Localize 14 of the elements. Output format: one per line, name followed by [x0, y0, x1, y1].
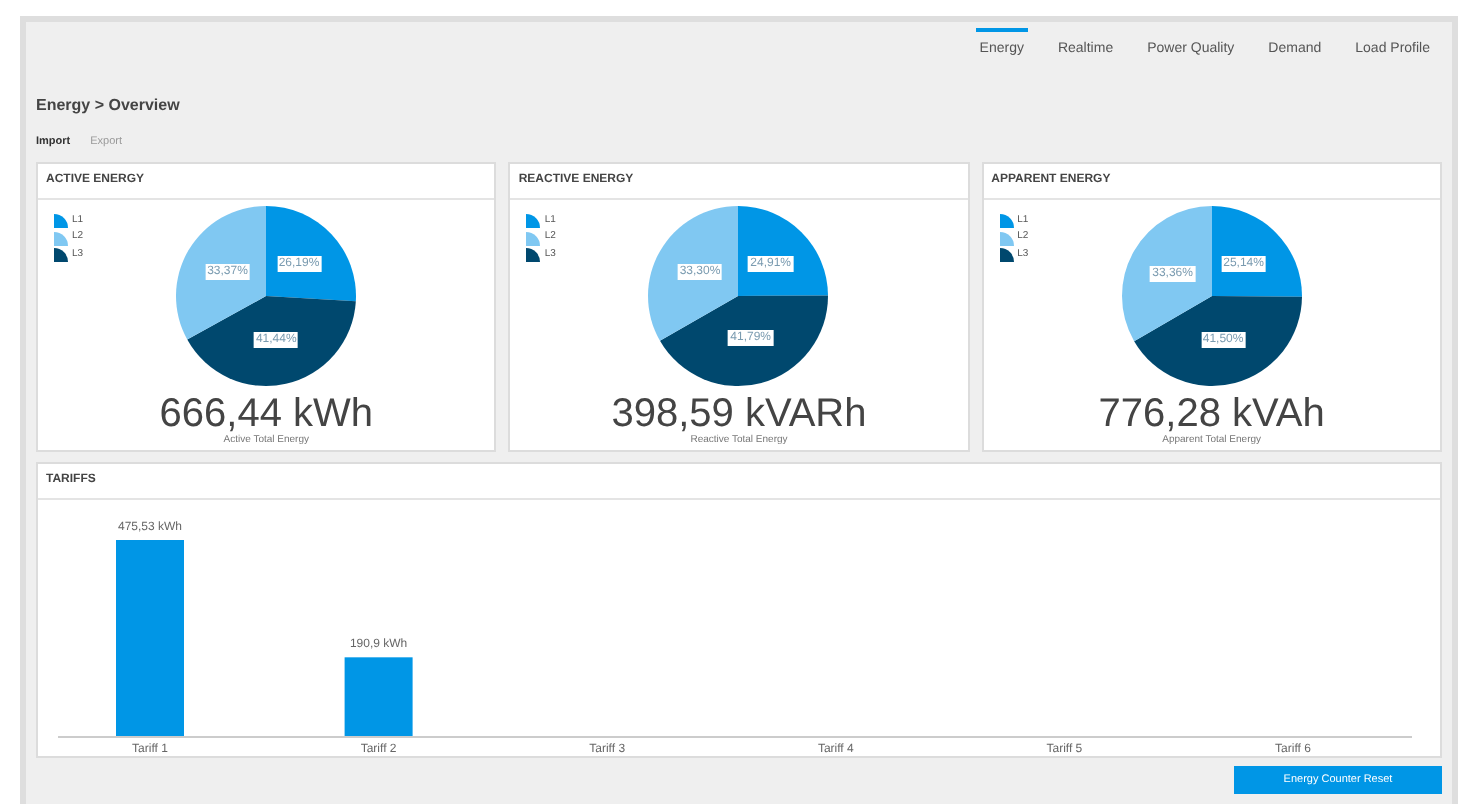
legend-swatch-icon [999, 248, 1014, 262]
legend-swatch-icon [54, 231, 68, 245]
legend-swatch-icon [526, 231, 541, 245]
bar [344, 657, 413, 737]
energy-total: 666,44 kWh [159, 393, 374, 434]
energy-total: 776,28 kVAh [1098, 393, 1325, 434]
breadcrumb: Energy > Overview [36, 93, 182, 117]
legend-swatch-icon [999, 231, 1014, 245]
legend-swatch-icon [54, 214, 68, 228]
legend-swatch-icon [526, 214, 541, 228]
legend-swatch-icon [999, 214, 1014, 228]
legend-swatch-icon [54, 248, 68, 262]
legend-swatch-icon [526, 248, 541, 262]
energy-total: 398,59 kVARh [611, 393, 867, 434]
